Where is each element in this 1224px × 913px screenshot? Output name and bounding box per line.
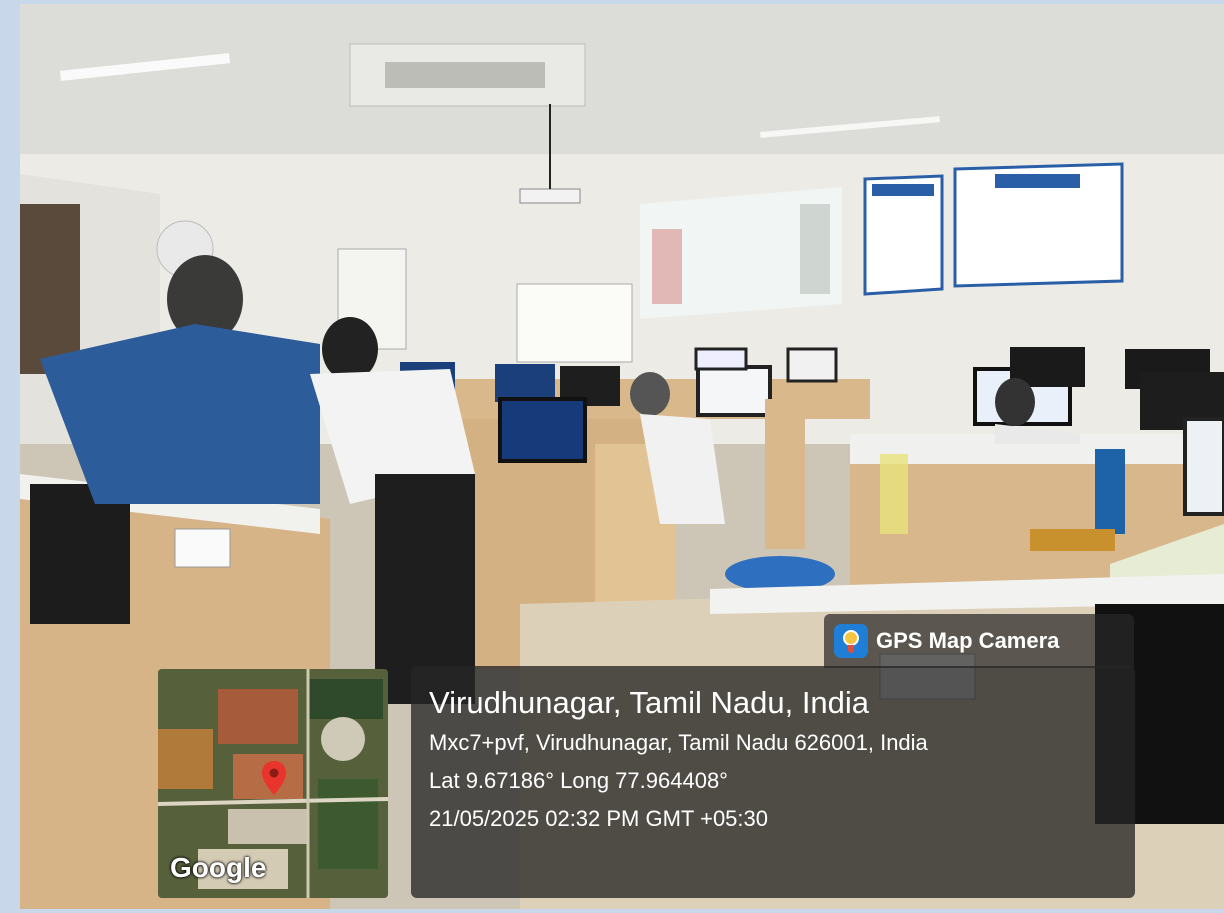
satellite-map-thumbnail[interactable]: Google bbox=[158, 669, 388, 898]
photo-frame: Google GPS Map Camera Virudhunagar, Tami… bbox=[20, 4, 1224, 909]
location-info-panel: Virudhunagar, Tamil Nadu, India Mxc7+pvf… bbox=[411, 666, 1135, 898]
google-attribution: Google bbox=[170, 852, 267, 883]
app-name: GPS Map Camera bbox=[876, 628, 1060, 653]
address-line: Mxc7+pvf, Virudhunagar, Tamil Nadu 62600… bbox=[429, 730, 928, 755]
gps-app-badge: GPS Map Camera bbox=[824, 614, 1134, 668]
gps-map-camera-icon bbox=[834, 624, 868, 658]
datetime-line: 21/05/2025 02:32 PM GMT +05:30 bbox=[429, 806, 768, 831]
map-pin-icon bbox=[262, 761, 286, 795]
coordinates-line: Lat 9.67186° Long 77.964408° bbox=[429, 768, 728, 793]
location-title: Virudhunagar, Tamil Nadu, India bbox=[429, 685, 870, 720]
